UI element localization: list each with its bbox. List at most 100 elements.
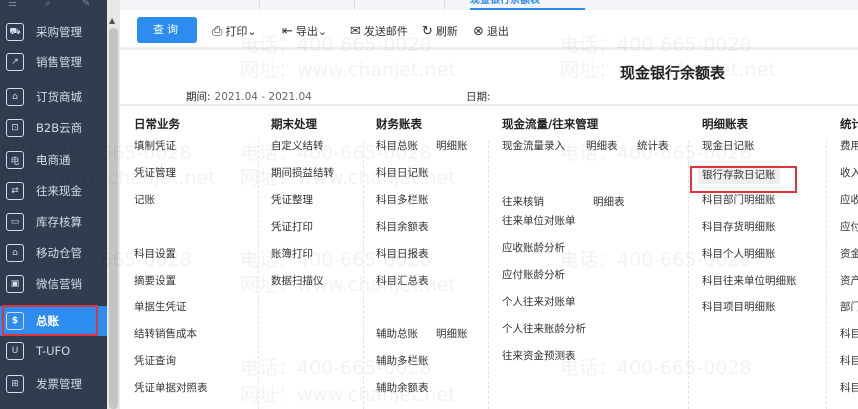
column-divider [363,140,364,409]
menu-link[interactable]: 应付账龄分析 [502,267,565,282]
menu-link[interactable]: 明细账 [436,138,468,153]
menu-link[interactable]: 结转销售成本 [134,326,197,341]
sidebar-item[interactable]: 电电商通 [0,145,107,175]
menu-link[interactable]: 科目总账 [376,138,418,153]
highlight-box-menu [690,166,797,193]
menu-link[interactable]: 科目往来单位明细账 [702,273,797,288]
column-divider [688,140,689,409]
menu-icon[interactable]: ☰ [8,0,17,9]
menu-link[interactable]: 科目日记账 [376,165,429,180]
tab-active[interactable]: 现金银行余额表 [470,0,585,10]
menu-link[interactable]: 往来资金预测表 [502,348,576,363]
tab-bar: 现金银行余额表 [120,0,858,10]
edit-icon[interactable]: ✎ [82,0,90,9]
menu-link[interactable]: 明细表 [593,194,625,209]
export-button[interactable]: ⇤ 导出 ⌄ [282,23,327,39]
chevron-down-icon: ⌄ [317,24,328,38]
tab[interactable] [260,0,355,10]
menu-link[interactable]: 辅助余额表 [376,380,429,395]
chevron-down-icon: ⌄ [247,24,257,38]
sidebar-item[interactable]: ▭ 库存核算 [0,207,107,237]
sidebar-item-label: 移动仓管 [36,246,82,260]
scrollbar-thumb[interactable] [109,28,118,409]
menu-link[interactable]: 应收 [840,192,858,207]
sidebar-item[interactable]: ⊞ 发票管理 [0,369,107,399]
menu-link[interactable]: 凭证整理 [271,192,313,207]
menu-link[interactable]: 个人往来账龄分析 [502,321,586,336]
send-email-button[interactable]: ✉ 发送邮件 [350,23,408,39]
menu-link[interactable]: 科目多栏账 [376,192,429,207]
sidebar-item[interactable]: ⌂ 移动仓管 [0,238,107,268]
menu-link[interactable]: 科目 [840,353,858,368]
menu-link[interactable]: 应收账龄分析 [502,240,565,255]
menu-link[interactable]: 科目部门明细账 [702,192,776,207]
sidebar-item[interactable]: ↗ 销售管理 [0,47,107,77]
tab[interactable] [445,0,465,10]
menu-link[interactable]: 凭证单据对照表 [134,380,208,395]
sidebar-item[interactable]: U T-UFO [0,336,107,366]
sidebar-item[interactable]: ⌂ 订货商城 [0,82,107,112]
date-label: 日期: [466,91,491,103]
menu-link[interactable]: 统计表 [637,138,669,153]
exit-button[interactable]: ⊗ 退出 [473,23,509,39]
tab[interactable] [120,0,260,10]
menu-link[interactable]: 科目项目明细账 [702,299,776,314]
menu-link[interactable]: 摘要设置 [134,273,176,288]
menu-link[interactable]: 凭证查询 [134,353,176,368]
sidebar-item[interactable]: ⊡ B2B云商 [0,113,107,143]
menu-link[interactable]: 现金日记账 [702,138,755,153]
menu-link[interactable]: 费用 [840,138,858,153]
menu-link[interactable]: 科目 [840,380,858,395]
sidebar-item[interactable]: ⇄ 往来现金 [0,176,107,206]
menu-link[interactable]: 辅助总账 [376,326,418,341]
menu-link[interactable]: 明细表 [586,138,618,153]
sidebar-item-label: 电商通 [36,153,71,167]
period-field: 期间: 2021.04 - 2021.04 [186,89,312,104]
inventory-icon: ▭ [6,213,24,231]
menu-link[interactable]: 记账 [134,192,155,207]
menu-link[interactable]: 科目个人明细账 [702,246,776,261]
menu-link[interactable]: 数据扫描仪 [271,273,324,288]
sidebar-item[interactable]: ⛟ 采购管理 [0,17,107,47]
sidebar-item-label: 采购管理 [36,25,82,39]
menu-link[interactable]: 应付 [840,219,858,234]
menu-link[interactable]: 填制凭证 [134,138,176,153]
menu-link[interactable]: 明细账 [436,326,468,341]
menu-link[interactable]: 凭证打印 [271,219,313,234]
menu-link[interactable]: 期间损益结转 [271,165,334,180]
search-icon[interactable]: ⌕ [45,0,51,9]
menu-link[interactable]: 科目存货明细账 [702,219,776,234]
sidebar-item-label: 微信营销 [36,277,82,291]
menu-link[interactable]: 自定义结转 [271,138,324,153]
menu-link[interactable]: 资产 [840,273,858,288]
menu-link[interactable]: 现金流量录入 [502,138,565,153]
menu-link[interactable]: 科目余额表 [376,219,429,234]
menu-link[interactable]: 科目 [840,326,858,341]
menu-link[interactable]: 个人往来对账单 [502,294,576,309]
menu-link[interactable]: 账簿打印 [271,246,313,261]
sidebar-scrollbar[interactable]: ▲ [107,0,120,409]
print-button[interactable]: ⎙ 打印 ⌄ [212,23,257,39]
sidebar-item[interactable]: ▣ 微信营销 [0,269,107,299]
menu-link[interactable]: 科目汇总表 [376,273,429,288]
menu-link[interactable]: 凭证管理 [134,165,176,180]
menu-link[interactable]: 科目日报表 [376,246,429,261]
query-button[interactable]: 查询 [137,17,197,43]
menu-column-title: 日常业务 [134,117,180,131]
divider [120,104,858,106]
bag-icon: ⊡ [6,119,24,137]
period-label: 期间: [186,91,211,103]
tab[interactable] [355,0,445,10]
menu-link[interactable]: 收入 [840,165,858,180]
menu-link[interactable]: 往来核销 [502,194,544,209]
menu-link[interactable]: 科目设置 [134,246,176,261]
menu-link[interactable]: 单据生凭证 [134,299,187,314]
refresh-button[interactable]: ↻ 刷新 [422,23,458,39]
scroll-up-icon[interactable]: ▲ [109,16,115,25]
menu-link[interactable]: 部门 [840,299,858,314]
toolbar: 查询 ⎙ 打印 ⌄ ⇤ 导出 ⌄ ✉ 发送邮件 ↻ 刷新 ⊗ 退出 [120,14,858,50]
menu-link[interactable]: 往来单位对账单 [502,213,576,228]
menu-link[interactable]: 资金 [840,246,858,261]
menu-link[interactable]: 辅助多栏账 [376,353,429,368]
sidebar: ☰ ⌕ ✎ ⛟ 采购管理 ↗ 销售管理 ⌂ 订货商城 ⊡ B2B云商电电商通 ⇄ 往来现金 ▭ 库存核… [0,0,120,409]
